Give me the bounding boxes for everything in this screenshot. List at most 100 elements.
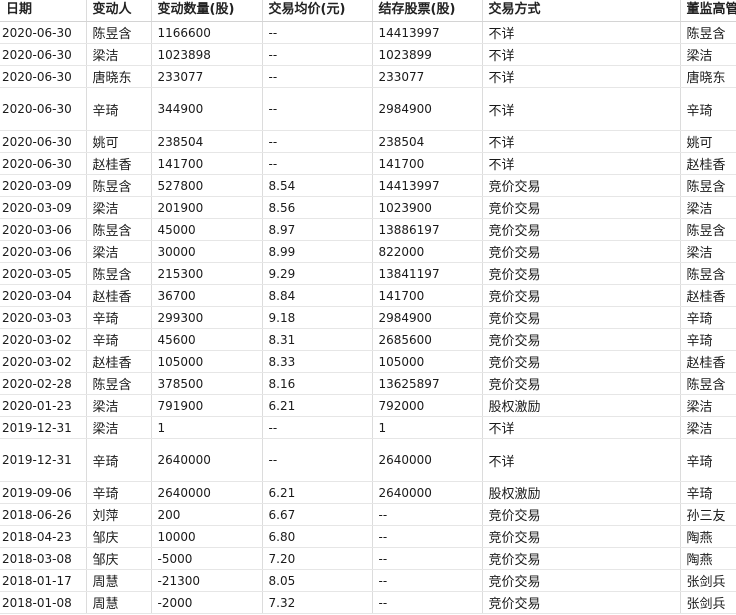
- cell-trade-method: 竞价交易: [482, 284, 681, 307]
- header-manager[interactable]: 董监高管: [680, 0, 736, 22]
- table-row[interactable]: 2018-04-23 邹庆 10000 6.80 -- 竞价交易 陶燕: [0, 525, 736, 548]
- cell-avg-price: 8.33: [262, 350, 373, 373]
- table-row[interactable]: 2020-03-09 陈昱含 527800 8.54 14413997 竞价交易 陈昱含: [0, 174, 736, 197]
- table-header: 日期 变动人 变动数量(股) 交易均价(元) 结存股票(股) 交易方式 董监高管: [0, 0, 736, 22]
- table-row[interactable]: 2020-06-30 梁洁 1023898 -- 1023899 不详 梁洁: [0, 43, 736, 66]
- header-person[interactable]: 变动人: [86, 0, 152, 22]
- cell-person: 梁洁: [86, 416, 152, 439]
- cell-person: 陈昱含: [86, 372, 152, 395]
- table-row[interactable]: 2020-01-23 梁洁 791900 6.21 792000 股权激励 梁洁: [0, 394, 736, 417]
- cell-quantity: 2640000: [151, 438, 263, 482]
- cell-manager: 张剑兵: [680, 569, 736, 592]
- cell-person: 陈昱含: [86, 218, 152, 241]
- header-shares-held[interactable]: 结存股票(股): [372, 0, 483, 22]
- cell-trade-method: 竞价交易: [482, 547, 681, 570]
- cell-person: 梁洁: [86, 394, 152, 417]
- table-row[interactable]: 2020-03-03 辛琦 299300 9.18 2984900 竞价交易 辛琦: [0, 306, 736, 329]
- cell-manager: 赵桂香: [680, 284, 736, 307]
- cell-quantity: 45600: [151, 328, 263, 351]
- table-row[interactable]: 2018-06-26 刘萍 200 6.67 -- 竞价交易 孙三友: [0, 503, 736, 526]
- cell-shares-held: 2640000: [372, 481, 483, 504]
- table-row[interactable]: 2020-03-06 陈昱含 45000 8.97 13886197 竞价交易 陈昱含: [0, 218, 736, 241]
- table-row[interactable]: 2020-03-05 陈昱含 215300 9.29 13841197 竞价交易 陈昱含: [0, 262, 736, 285]
- table-row[interactable]: 2020-06-30 唐晓东 233077 -- 233077 不详 唐晓东: [0, 65, 736, 88]
- cell-person: 陈昱含: [86, 262, 152, 285]
- table-row[interactable]: 2020-03-09 梁洁 201900 8.56 1023900 竞价交易 梁洁: [0, 196, 736, 219]
- cell-quantity: 233077: [151, 65, 263, 88]
- cell-person: 辛琦: [86, 481, 152, 504]
- cell-shares-held: 2640000: [372, 438, 483, 482]
- header-quantity[interactable]: 变动数量(股): [151, 0, 263, 22]
- cell-quantity: 45000: [151, 218, 263, 241]
- cell-date: 2019-09-06: [0, 481, 87, 504]
- table-row[interactable]: 2020-03-04 赵桂香 36700 8.84 141700 竞价交易 赵桂香: [0, 284, 736, 307]
- cell-avg-price: 8.54: [262, 174, 373, 197]
- cell-date: 2018-01-17: [0, 569, 87, 592]
- cell-person: 赵桂香: [86, 152, 152, 175]
- table-row[interactable]: 2020-03-02 辛琦 45600 8.31 2685600 竞价交易 辛琦: [0, 328, 736, 351]
- cell-person: 梁洁: [86, 196, 152, 219]
- cell-quantity: 344900: [151, 87, 263, 131]
- header-date[interactable]: 日期: [0, 0, 87, 22]
- table-row[interactable]: 2020-03-02 赵桂香 105000 8.33 105000 竞价交易 赵桂香: [0, 350, 736, 373]
- header-row: 日期 变动人 变动数量(股) 交易均价(元) 结存股票(股) 交易方式 董监高管: [0, 0, 736, 22]
- cell-manager: 赵桂香: [680, 350, 736, 373]
- cell-shares-held: 14413997: [372, 21, 483, 44]
- cell-date: 2018-03-08: [0, 547, 87, 570]
- table-row[interactable]: 2018-01-08 周慧 -2000 7.32 -- 竞价交易 张剑兵: [0, 591, 736, 614]
- cell-manager: 陈昱含: [680, 21, 736, 44]
- cell-quantity: 200: [151, 503, 263, 526]
- table-row[interactable]: 2019-12-31 辛琦 2640000 -- 2640000 不详 辛琦: [0, 438, 736, 482]
- cell-manager: 陶燕: [680, 547, 736, 570]
- cell-avg-price: 9.29: [262, 262, 373, 285]
- table-row[interactable]: 2020-06-30 辛琦 344900 -- 2984900 不详 辛琦: [0, 87, 736, 131]
- header-avg-price[interactable]: 交易均价(元): [262, 0, 373, 22]
- header-trade-method[interactable]: 交易方式: [482, 0, 681, 22]
- cell-date: 2020-06-30: [0, 65, 87, 88]
- cell-date: 2020-03-06: [0, 240, 87, 263]
- table-row[interactable]: 2019-12-31 梁洁 1 -- 1 不详 梁洁: [0, 416, 736, 439]
- cell-manager: 辛琦: [680, 481, 736, 504]
- table-row[interactable]: 2020-02-28 陈昱含 378500 8.16 13625897 竞价交易 陈昱含: [0, 372, 736, 395]
- cell-trade-method: 竞价交易: [482, 372, 681, 395]
- cell-shares-held: 792000: [372, 394, 483, 417]
- cell-trade-method: 不详: [482, 130, 681, 153]
- cell-date: 2020-03-09: [0, 196, 87, 219]
- cell-quantity: 141700: [151, 152, 263, 175]
- cell-date: 2020-03-05: [0, 262, 87, 285]
- holding-changes-table: 日期 变动人 变动数量(股) 交易均价(元) 结存股票(股) 交易方式 董监高管…: [0, 0, 736, 614]
- cell-manager: 孙三友: [680, 503, 736, 526]
- table-row[interactable]: 2019-09-06 辛琦 2640000 6.21 2640000 股权激励 辛琦: [0, 481, 736, 504]
- table-row[interactable]: 2018-03-08 邹庆 -5000 7.20 -- 竞价交易 陶燕: [0, 547, 736, 570]
- cell-manager: 梁洁: [680, 240, 736, 263]
- cell-manager: 陈昱含: [680, 262, 736, 285]
- cell-trade-method: 不详: [482, 43, 681, 66]
- table-row[interactable]: 2020-06-30 陈昱含 1166600 -- 14413997 不详 陈昱含: [0, 21, 736, 44]
- cell-manager: 辛琦: [680, 438, 736, 482]
- cell-trade-method: 竞价交易: [482, 591, 681, 614]
- cell-quantity: 1166600: [151, 21, 263, 44]
- cell-date: 2018-04-23: [0, 525, 87, 548]
- table-row[interactable]: 2020-06-30 赵桂香 141700 -- 141700 不详 赵桂香: [0, 152, 736, 175]
- cell-quantity: 238504: [151, 130, 263, 153]
- cell-date: 2019-12-31: [0, 416, 87, 439]
- cell-avg-price: 8.99: [262, 240, 373, 263]
- cell-avg-price: 8.56: [262, 196, 373, 219]
- cell-quantity: 1: [151, 416, 263, 439]
- cell-quantity: 36700: [151, 284, 263, 307]
- cell-manager: 陈昱含: [680, 372, 736, 395]
- cell-date: 2020-03-09: [0, 174, 87, 197]
- cell-person: 刘萍: [86, 503, 152, 526]
- cell-person: 辛琦: [86, 328, 152, 351]
- table-row[interactable]: 2020-03-06 梁洁 30000 8.99 822000 竞价交易 梁洁: [0, 240, 736, 263]
- cell-manager: 梁洁: [680, 416, 736, 439]
- table-row[interactable]: 2018-01-17 周慧 -21300 8.05 -- 竞价交易 张剑兵: [0, 569, 736, 592]
- cell-avg-price: 6.21: [262, 394, 373, 417]
- cell-person: 梁洁: [86, 43, 152, 66]
- table-row[interactable]: 2020-06-30 姚可 238504 -- 238504 不详 姚可: [0, 130, 736, 153]
- cell-person: 辛琦: [86, 438, 152, 482]
- cell-shares-held: --: [372, 547, 483, 570]
- cell-manager: 陈昱含: [680, 174, 736, 197]
- cell-manager: 辛琦: [680, 306, 736, 329]
- cell-person: 辛琦: [86, 306, 152, 329]
